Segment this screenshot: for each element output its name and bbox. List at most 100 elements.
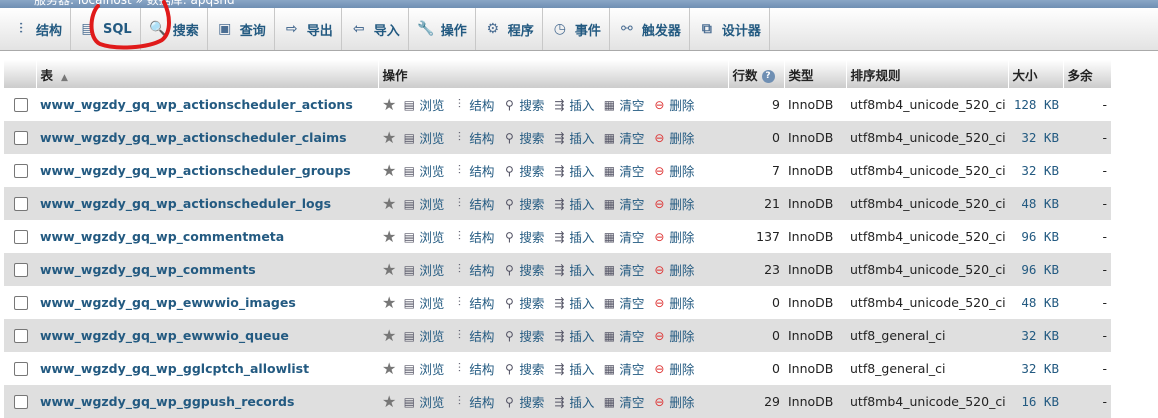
table-size[interactable]: 48 KB [1008, 187, 1063, 220]
action-insert[interactable]: ⇶ 插入 [552, 194, 594, 213]
row-checkbox[interactable] [14, 296, 28, 311]
action-search[interactable]: ⚲ 搜索 [502, 260, 544, 279]
row-checkbox[interactable] [14, 362, 28, 377]
tab-sql[interactable]: ▤ SQL [71, 8, 141, 50]
column-header-type[interactable]: 类型 [784, 60, 847, 88]
action-structure[interactable]: ⫶ 结构 [452, 194, 495, 213]
table-size[interactable]: 48 KB [1008, 286, 1063, 319]
action-empty[interactable]: ▦ 清空 [602, 95, 645, 114]
row-checkbox[interactable] [14, 263, 28, 278]
action-empty[interactable]: ▦ 清空 [602, 293, 645, 312]
column-header-collation[interactable]: 排序规则 [846, 60, 1009, 88]
action-insert[interactable]: ⇶ 插入 [552, 293, 594, 312]
tab-clock[interactable]: ◷ 事件 [543, 8, 610, 50]
favorite-star-icon[interactable]: ★ [382, 392, 396, 411]
action-structure[interactable]: ⫶ 结构 [452, 359, 495, 378]
row-checkbox[interactable] [14, 395, 28, 410]
column-header-rows[interactable]: 行数? [728, 60, 785, 88]
table-name-link[interactable]: www_wgzdy_gq_wp_gglcptch_allowlist [40, 361, 309, 376]
action-insert[interactable]: ⇶ 插入 [552, 359, 594, 378]
action-insert[interactable]: ⇶ 插入 [552, 161, 594, 180]
action-drop[interactable]: ⊖ 删除 [652, 260, 694, 279]
action-drop[interactable]: ⊖ 删除 [652, 227, 694, 246]
action-browse[interactable]: ▤ 浏览 [402, 194, 445, 213]
action-drop[interactable]: ⊖ 删除 [652, 161, 694, 180]
action-structure[interactable]: ⫶ 结构 [452, 128, 495, 147]
table-name-link[interactable]: www_wgzdy_gq_wp_comments [40, 262, 256, 277]
action-browse[interactable]: ▤ 浏览 [402, 227, 445, 246]
action-drop[interactable]: ⊖ 删除 [652, 128, 694, 147]
table-size[interactable]: 32 KB [1008, 319, 1063, 352]
action-structure[interactable]: ⫶ 结构 [452, 161, 495, 180]
action-browse[interactable]: ▤ 浏览 [402, 359, 445, 378]
action-empty[interactable]: ▦ 清空 [602, 326, 645, 345]
action-drop[interactable]: ⊖ 删除 [652, 293, 694, 312]
tab-query[interactable]: ▣ 查询 [208, 8, 275, 50]
action-structure[interactable]: ⫶ 结构 [452, 95, 495, 114]
action-search[interactable]: ⚲ 搜索 [502, 293, 544, 312]
action-browse[interactable]: ▤ 浏览 [402, 161, 445, 180]
tab-gears[interactable]: ⚙ 程序 [476, 8, 543, 50]
action-drop[interactable]: ⊖ 删除 [652, 326, 694, 345]
table-name-link[interactable]: www_wgzdy_gq_wp_actionscheduler_claims [40, 130, 347, 145]
action-insert[interactable]: ⇶ 插入 [552, 227, 594, 246]
action-browse[interactable]: ▤ 浏览 [402, 392, 445, 411]
action-insert[interactable]: ⇶ 插入 [552, 128, 594, 147]
action-drop[interactable]: ⊖ 删除 [652, 392, 694, 411]
tab-structure[interactable]: ⫶ 结构 [0, 8, 72, 50]
action-search[interactable]: ⚲ 搜索 [502, 95, 544, 114]
action-browse[interactable]: ▤ 浏览 [402, 128, 445, 147]
row-checkbox[interactable] [14, 230, 28, 245]
action-browse[interactable]: ▤ 浏览 [402, 293, 445, 312]
action-search[interactable]: ⚲ 搜索 [502, 128, 544, 147]
table-name-link[interactable]: www_wgzdy_gq_wp_actionscheduler_logs [40, 196, 331, 211]
table-size[interactable]: 96 KB [1008, 253, 1063, 286]
favorite-star-icon[interactable]: ★ [382, 359, 396, 378]
action-insert[interactable]: ⇶ 插入 [552, 326, 594, 345]
action-structure[interactable]: ⫶ 结构 [452, 392, 495, 411]
help-icon[interactable]: ? [761, 69, 775, 83]
action-search[interactable]: ⚲ 搜索 [502, 326, 544, 345]
table-size[interactable]: 32 KB [1008, 352, 1063, 385]
favorite-star-icon[interactable]: ★ [382, 95, 396, 114]
favorite-star-icon[interactable]: ★ [382, 194, 396, 213]
tab-designer[interactable]: ⧉ 设计器 [690, 8, 770, 50]
action-search[interactable]: ⚲ 搜索 [502, 194, 544, 213]
action-drop[interactable]: ⊖ 删除 [652, 95, 694, 114]
action-empty[interactable]: ▦ 清空 [602, 227, 645, 246]
action-insert[interactable]: ⇶ 插入 [552, 392, 594, 411]
table-name-link[interactable]: www_wgzdy_gq_wp_commentmeta [40, 229, 284, 244]
favorite-star-icon[interactable]: ★ [382, 326, 396, 345]
table-name-link[interactable]: www_wgzdy_gq_wp_ggpush_records [40, 394, 294, 409]
table-size[interactable]: 32 KB [1008, 121, 1063, 154]
action-empty[interactable]: ▦ 清空 [602, 161, 645, 180]
action-search[interactable]: ⚲ 搜索 [502, 392, 544, 411]
table-size[interactable]: 96 KB [1008, 220, 1063, 253]
action-browse[interactable]: ▤ 浏览 [402, 95, 445, 114]
row-checkbox[interactable] [14, 164, 28, 179]
favorite-star-icon[interactable]: ★ [382, 227, 396, 246]
action-empty[interactable]: ▦ 清空 [602, 260, 645, 279]
table-name-link[interactable]: www_wgzdy_gq_wp_ewwwio_queue [40, 328, 289, 343]
action-search[interactable]: ⚲ 搜索 [502, 161, 544, 180]
tab-export[interactable]: ⇨ 导出 [275, 8, 342, 50]
action-drop[interactable]: ⊖ 删除 [652, 359, 694, 378]
row-checkbox[interactable] [14, 98, 28, 113]
column-header-size[interactable]: 大小 [1008, 60, 1064, 88]
column-header-table[interactable]: 表 ▲ [36, 60, 379, 88]
row-checkbox[interactable] [14, 329, 28, 344]
action-empty[interactable]: ▦ 清空 [602, 128, 645, 147]
favorite-star-icon[interactable]: ★ [382, 293, 396, 312]
tab-search[interactable]: 🔍 搜索 [141, 8, 208, 50]
tab-import[interactable]: ⇦ 导入 [342, 8, 409, 50]
action-structure[interactable]: ⫶ 结构 [452, 293, 495, 312]
favorite-star-icon[interactable]: ★ [382, 128, 396, 147]
table-size[interactable]: 32 KB [1008, 154, 1063, 187]
row-checkbox[interactable] [14, 197, 28, 212]
table-size[interactable]: 128 KB [1008, 88, 1063, 121]
action-browse[interactable]: ▤ 浏览 [402, 260, 445, 279]
action-structure[interactable]: ⫶ 结构 [452, 227, 495, 246]
action-search[interactable]: ⚲ 搜索 [502, 227, 544, 246]
table-size[interactable]: 16 KB [1008, 385, 1063, 418]
favorite-star-icon[interactable]: ★ [382, 260, 396, 279]
